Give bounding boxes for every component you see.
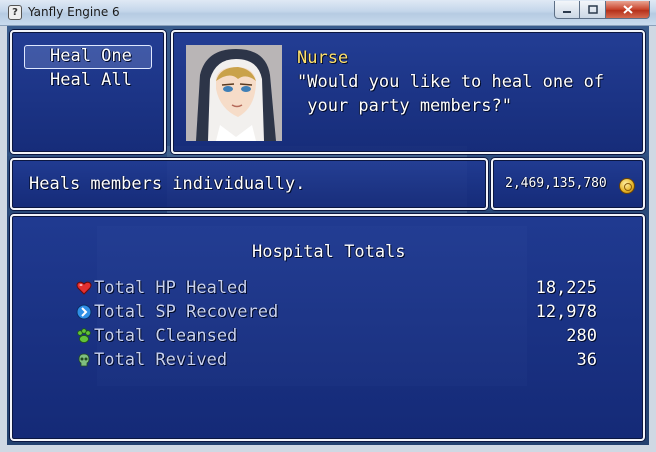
hospital-totals-window: Hospital Totals Total HP Healed 18,225 T… bbox=[10, 214, 645, 441]
stat-value: 12,978 bbox=[535, 302, 597, 322]
speaker-name: Nurse bbox=[297, 48, 349, 68]
minimize-icon bbox=[563, 10, 571, 13]
stat-label: Total HP Healed bbox=[94, 278, 248, 298]
nurse-portrait bbox=[186, 45, 282, 141]
game-canvas[interactable]: Heal One Heal All Nurse "Would you like … bbox=[7, 26, 649, 445]
command-window: Heal One Heal All bbox=[10, 30, 166, 154]
maximize-icon bbox=[587, 5, 598, 14]
blue-orb-icon bbox=[76, 304, 92, 320]
stat-label: Total Cleansed bbox=[94, 326, 238, 346]
stat-value: 18,225 bbox=[535, 278, 597, 298]
stat-label: Total Revived bbox=[94, 350, 228, 370]
help-window: Heals members individually. bbox=[10, 158, 488, 210]
close-button[interactable] bbox=[606, 1, 650, 19]
minimize-button[interactable] bbox=[554, 1, 580, 19]
gold-amount: 2,469,135,780 bbox=[505, 176, 607, 191]
command-heal-one[interactable]: Heal One bbox=[50, 46, 132, 66]
paw-icon bbox=[77, 328, 91, 343]
window-title: Yanfly Engine 6 bbox=[28, 5, 120, 19]
stat-label: Total SP Recovered bbox=[94, 302, 279, 322]
message-line-2: your party members?" bbox=[297, 96, 512, 116]
stat-value: 36 bbox=[576, 350, 597, 370]
help-text: Heals members individually. bbox=[29, 174, 306, 194]
heart-icon bbox=[76, 281, 92, 295]
app-icon: ? bbox=[8, 5, 22, 20]
message-line-1: "Would you like to heal one of bbox=[297, 72, 605, 92]
command-heal-all[interactable]: Heal All bbox=[50, 70, 132, 90]
maximize-button[interactable] bbox=[580, 1, 606, 19]
skull-icon bbox=[78, 353, 90, 367]
hospital-title: Hospital Totals bbox=[252, 242, 406, 262]
stat-value: 280 bbox=[566, 326, 597, 346]
window-titlebar[interactable]: ? Yanfly Engine 6 bbox=[0, 0, 656, 26]
message-window: Nurse "Would you like to heal one of you… bbox=[171, 30, 645, 154]
gold-window: 2,469,135,780 bbox=[491, 158, 645, 210]
gold-coin-icon bbox=[619, 178, 635, 194]
window-controls bbox=[554, 1, 650, 19]
close-icon bbox=[622, 5, 633, 14]
